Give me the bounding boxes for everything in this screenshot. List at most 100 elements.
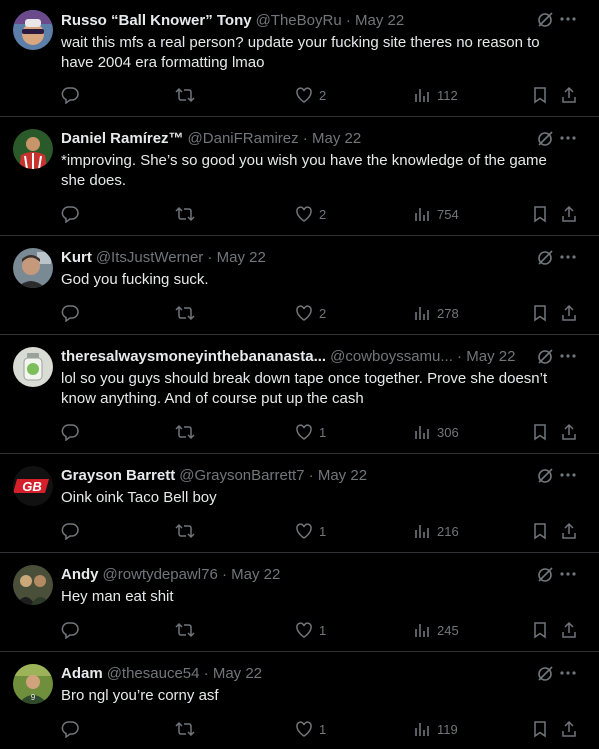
tweet[interactable]: GB Grayson Barrett @GraysonBarrett7 · May… xyxy=(0,454,599,553)
more-icon[interactable] xyxy=(559,10,577,28)
like-button[interactable]: 2 xyxy=(295,85,326,105)
tweet[interactable]: Russo “Ball Knower” Tony @TheBoyRu · May … xyxy=(0,0,599,117)
like-button[interactable]: 1 xyxy=(295,620,326,640)
like-icon xyxy=(296,424,312,440)
reply-icon xyxy=(61,721,79,738)
share-button[interactable] xyxy=(560,204,578,224)
retweet-button[interactable] xyxy=(175,204,195,224)
display-name[interactable]: Daniel Ramírez™ xyxy=(61,130,184,147)
bookmark-button[interactable] xyxy=(531,521,549,541)
bookmark-button[interactable] xyxy=(531,85,549,105)
views-button[interactable]: 278 xyxy=(413,303,459,323)
like-button[interactable]: 1 xyxy=(295,521,326,541)
tweet-date[interactable]: May 22 xyxy=(466,348,515,365)
views-button[interactable]: 306 xyxy=(413,422,459,442)
user-handle[interactable]: @GraysonBarrett7 xyxy=(179,467,304,484)
display-name[interactable]: Adam xyxy=(61,665,103,682)
more-icon[interactable] xyxy=(559,664,577,682)
reply-button[interactable] xyxy=(61,85,79,105)
user-handle[interactable]: @cowboyssamu... xyxy=(330,348,453,365)
tweet-date[interactable]: May 22 xyxy=(217,249,266,266)
tweet-date[interactable]: May 22 xyxy=(312,130,361,147)
share-button[interactable] xyxy=(560,521,578,541)
more-icon[interactable] xyxy=(559,466,577,484)
like-button[interactable]: 2 xyxy=(295,303,326,323)
avatar[interactable]: GB xyxy=(13,466,53,506)
tweet-date[interactable]: May 22 xyxy=(213,665,262,682)
views-button[interactable]: 754 xyxy=(413,204,459,224)
more-icon[interactable] xyxy=(559,248,577,266)
like-button[interactable]: 2 xyxy=(295,204,326,224)
retweet-button[interactable] xyxy=(175,422,195,442)
view-count: 216 xyxy=(437,523,459,539)
tweet[interactable]: theresalwaysmoneyinthebananasta... @cowbo… xyxy=(0,335,599,454)
retweet-icon xyxy=(175,523,195,539)
share-button[interactable] xyxy=(560,719,578,739)
avatar[interactable] xyxy=(13,347,53,387)
retweet-button[interactable] xyxy=(175,620,195,640)
display-name[interactable]: Grayson Barrett xyxy=(61,467,175,484)
bookmark-button[interactable] xyxy=(531,719,549,739)
avatar[interactable] xyxy=(13,248,53,288)
tweet[interactable]: 9 Adam @thesauce54 · May 22 Bro ngl you’r… xyxy=(0,652,599,749)
like-button[interactable]: 1 xyxy=(295,422,326,442)
reply-button[interactable] xyxy=(61,719,79,739)
reply-button[interactable] xyxy=(61,620,79,640)
tweet-date[interactable]: May 22 xyxy=(355,12,404,29)
action-bar: 1 245 xyxy=(61,620,581,640)
avatar[interactable] xyxy=(13,10,53,50)
grok-icon[interactable] xyxy=(536,665,554,683)
grok-icon[interactable] xyxy=(536,348,554,366)
bookmark-button[interactable] xyxy=(531,303,549,323)
retweet-button[interactable] xyxy=(175,85,195,105)
reply-button[interactable] xyxy=(61,303,79,323)
reply-button[interactable] xyxy=(61,204,79,224)
grok-icon[interactable] xyxy=(536,566,554,584)
user-handle[interactable]: @rowtydepawl76 xyxy=(103,566,218,583)
display-name[interactable]: Kurt xyxy=(61,249,92,266)
more-icon[interactable] xyxy=(559,129,577,147)
views-button[interactable]: 245 xyxy=(413,620,459,640)
display-name[interactable]: Andy xyxy=(61,566,99,583)
tweet-date[interactable]: May 22 xyxy=(318,467,367,484)
reply-button[interactable] xyxy=(61,422,79,442)
display-name[interactable]: theresalwaysmoneyinthebananasta... xyxy=(61,348,326,365)
like-button[interactable]: 1 xyxy=(295,719,326,739)
grok-icon[interactable] xyxy=(536,11,554,29)
more-icon[interactable] xyxy=(559,565,577,583)
grok-icon[interactable] xyxy=(536,249,554,267)
tweet-text: Bro ngl you’re corny asf xyxy=(61,687,219,704)
avatar[interactable] xyxy=(13,129,53,169)
views-button[interactable]: 119 xyxy=(413,719,458,739)
share-button[interactable] xyxy=(560,620,578,640)
share-button[interactable] xyxy=(560,422,578,442)
reply-icon xyxy=(61,622,79,639)
reply-button[interactable] xyxy=(61,521,79,541)
avatar[interactable]: 9 xyxy=(13,664,53,704)
tweet-header: Russo “Ball Knower” Tony @TheBoyRu · May … xyxy=(61,12,405,29)
user-handle[interactable]: @TheBoyRu xyxy=(256,12,342,29)
retweet-button[interactable] xyxy=(175,521,195,541)
display-name[interactable]: Russo “Ball Knower” Tony xyxy=(61,12,252,29)
user-handle[interactable]: @ItsJustWerner xyxy=(96,249,203,266)
grok-icon[interactable] xyxy=(536,467,554,485)
share-icon xyxy=(562,304,576,321)
views-button[interactable]: 216 xyxy=(413,521,459,541)
share-button[interactable] xyxy=(560,85,578,105)
tweet[interactable]: Kurt @ItsJustWerner · May 22 God you fuck… xyxy=(0,236,599,335)
bookmark-button[interactable] xyxy=(531,620,549,640)
tweet[interactable]: Daniel Ramírez™ @DaniFRamirez · May 22 *i… xyxy=(0,117,599,236)
bookmark-button[interactable] xyxy=(531,422,549,442)
user-handle[interactable]: @thesauce54 xyxy=(107,665,200,682)
retweet-button[interactable] xyxy=(175,719,195,739)
views-button[interactable]: 112 xyxy=(413,85,458,105)
more-icon[interactable] xyxy=(559,347,577,365)
retweet-button[interactable] xyxy=(175,303,195,323)
grok-icon[interactable] xyxy=(536,130,554,148)
user-handle[interactable]: @DaniFRamirez xyxy=(188,130,299,147)
share-button[interactable] xyxy=(560,303,578,323)
bookmark-button[interactable] xyxy=(531,204,549,224)
avatar[interactable] xyxy=(13,565,53,605)
tweet[interactable]: Andy @rowtydepawl76 · May 22 Hey man eat … xyxy=(0,553,599,652)
tweet-date[interactable]: May 22 xyxy=(231,566,280,583)
